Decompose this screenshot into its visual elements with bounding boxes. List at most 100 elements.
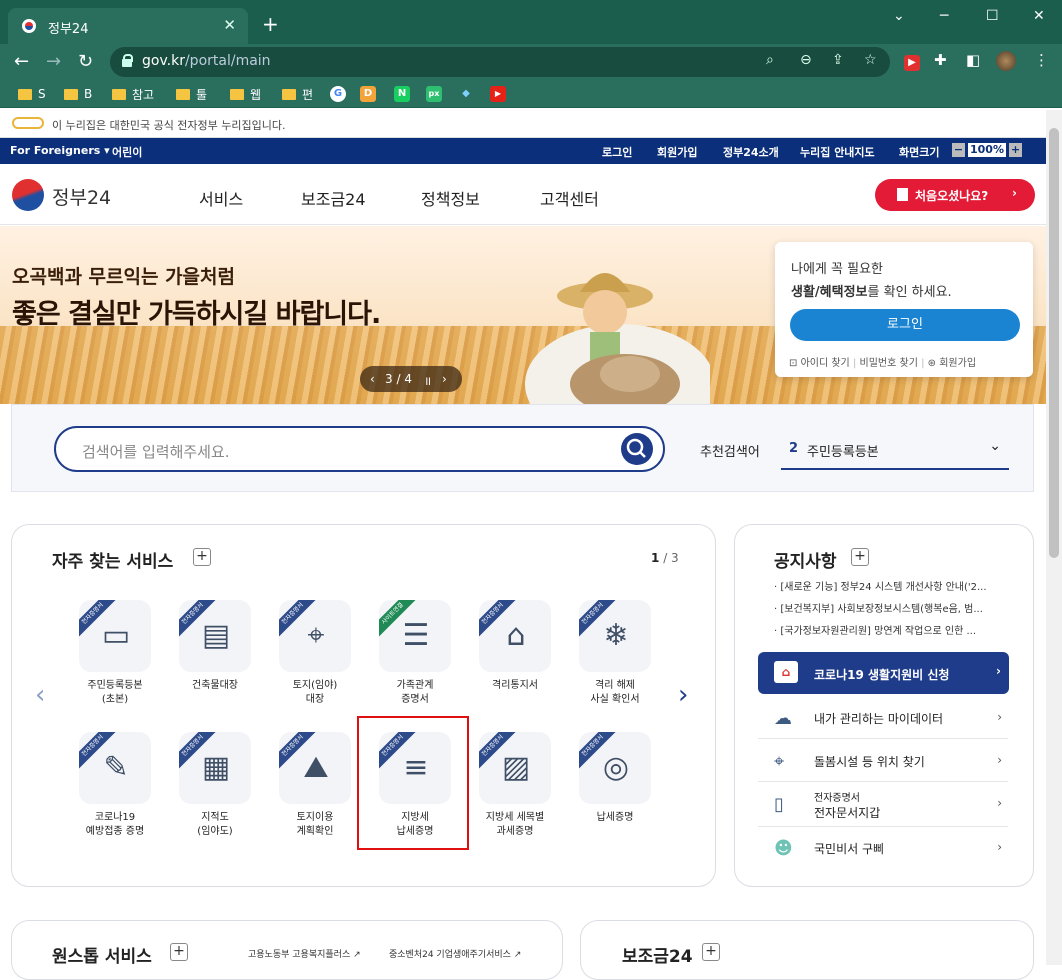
search-page-icon[interactable]: ⌕ xyxy=(766,52,774,68)
bookmark-google-icon[interactable]: G xyxy=(330,85,346,103)
bookmark-d-icon[interactable]: D xyxy=(360,85,376,103)
sitemap-link[interactable]: 누리집 안내지도 xyxy=(800,144,875,160)
extensions-puzzle-icon[interactable]: ✚ xyxy=(934,51,947,69)
mydata-link[interactable]: ☁ 내가 관리하는 마이데이터 › xyxy=(758,697,1008,739)
bookmark-naver-icon[interactable]: N xyxy=(394,85,410,103)
menu-service[interactable]: 서비스 xyxy=(199,186,243,210)
frequent-prev-arrow[interactable]: ‹ xyxy=(35,680,45,710)
address-bar[interactable]: gov.kr/portal/main ⌕ ⊖ ⇪ ☆ xyxy=(110,47,890,77)
bookmark-folder-tool[interactable]: 툴 xyxy=(176,85,207,103)
menu-subsidy24[interactable]: 보조금24 xyxy=(301,186,366,210)
service-item[interactable]: 전자증명서 ✎ 코로나19 예방접종 증명 xyxy=(70,732,160,839)
recommend-label: 추천검색어 xyxy=(700,445,760,460)
gov-official-bar: 이 누리집은 대한민국 공식 전자정부 누리집입니다. xyxy=(0,110,1046,138)
bookmark-diamond-icon[interactable]: ◆ xyxy=(458,85,474,103)
menu-customer-center[interactable]: 고객센터 xyxy=(540,186,599,210)
onestop-more-button[interactable]: + xyxy=(170,943,188,961)
covid-support-button[interactable]: ⌂ 코로나19 생활지원비 신청 › xyxy=(758,652,1009,694)
onestop-link-employment[interactable]: 고용노동부 고용복지플러스 ↗ xyxy=(248,947,361,960)
signup-link[interactable]: 회원가입 xyxy=(657,144,697,160)
search-input[interactable]: 검색어를 입력해주세요. xyxy=(54,426,665,472)
service-item[interactable]: 전자증명서 ❄ 격리 해제 사실 확인서 xyxy=(570,600,660,707)
pager-text: 3 / 4 xyxy=(385,372,412,386)
profile-avatar[interactable] xyxy=(996,51,1016,75)
service-item[interactable]: 전자증명서 ▤ 건축물대장 xyxy=(170,600,260,693)
login-link[interactable]: 로그인 xyxy=(602,144,632,160)
recommend-select[interactable]: 2 주민등록등본 ⌄ xyxy=(781,430,1009,470)
frequent-more-button[interactable]: + xyxy=(193,548,211,566)
utility-nav: For Foreigners ▾ 어린이 로그인 회원가입 정부24소개 누리집… xyxy=(0,138,1046,164)
frequent-pagination: 1 / 3 xyxy=(651,551,679,565)
notice-item[interactable]: · [새로운 기능] 정부24 시스템 개선사항 안내('2... xyxy=(774,578,1014,593)
service-label: 격리통지서 xyxy=(492,680,538,691)
bookmark-folder-s[interactable]: S xyxy=(18,85,46,103)
zoom-out-button[interactable]: − xyxy=(952,143,965,157)
service-label: 가족관계 증명서 xyxy=(396,680,434,705)
notice-more-button[interactable]: + xyxy=(851,548,869,566)
first-visit-button[interactable]: 처음오셨나요? › xyxy=(875,179,1035,211)
for-foreigners-link[interactable]: For Foreigners ▾ xyxy=(10,144,110,157)
bookmark-folder-ref[interactable]: 참고 xyxy=(112,85,154,103)
service-item[interactable]: 사이트연결 ☰ 가족관계 증명서 xyxy=(370,600,460,707)
minimize-icon[interactable]: ─ xyxy=(940,8,948,24)
bookmark-star-icon[interactable]: ☆ xyxy=(864,52,877,68)
search-icon xyxy=(626,438,646,458)
notice-item[interactable]: · [보건복지부] 사회보장정보시스템(행복e음, 범... xyxy=(774,600,1014,615)
service-icon-box: 사이트연결 ☰ xyxy=(379,600,451,672)
notice-title: 공지사항 xyxy=(774,552,837,572)
kids-link[interactable]: 어린이 xyxy=(112,144,142,160)
about-link[interactable]: 정부24소개 xyxy=(723,144,779,160)
bookmark-folder-web[interactable]: 웹 xyxy=(230,85,261,103)
new-tab-icon[interactable]: + xyxy=(262,12,279,36)
service-icon-box: 전자증명서 ✎ xyxy=(79,732,151,804)
service-item[interactable]: 전자증명서 ▦ 지적도 (임야도) xyxy=(170,732,260,839)
gubbi-link[interactable]: ☻ 국민비서 구삐 › xyxy=(758,827,1008,869)
tab-search-icon[interactable]: ⌄ xyxy=(893,8,905,24)
service-icon-box: 전자증명서 ▦ xyxy=(179,732,251,804)
signup-small-link[interactable]: 회원가입 xyxy=(939,358,976,369)
subsidy-more-button[interactable]: + xyxy=(702,943,720,961)
service-item[interactable]: 전자증명서 ▨ 지방세 세목별 과세증명 xyxy=(470,732,560,839)
forward-icon[interactable]: → xyxy=(46,51,61,72)
menu-policy[interactable]: 정책정보 xyxy=(421,186,480,210)
gov24-logo-icon[interactable] xyxy=(12,179,44,211)
maximize-icon[interactable]: ☐ xyxy=(986,8,999,24)
share-icon[interactable]: ⇪ xyxy=(832,52,844,68)
window-close-icon[interactable]: ✕ xyxy=(1033,8,1045,24)
browser-tab[interactable]: 정부24 ✕ xyxy=(8,8,248,44)
service-item[interactable]: 전자증명서 ⌂ 격리통지서 xyxy=(470,600,560,693)
extension-red-icon[interactable]: ▶ xyxy=(904,51,920,71)
service-item[interactable]: 전자증명서 ⌖ 토지(임야) 대장 xyxy=(270,600,360,707)
zoom-in-button[interactable]: + xyxy=(1009,143,1022,157)
back-icon[interactable]: ← xyxy=(14,51,29,72)
scrollbar-thumb[interactable] xyxy=(1049,128,1059,558)
bookmark-youtube-icon[interactable]: ▶ xyxy=(490,85,506,103)
chevron-right-icon: › xyxy=(997,840,1002,854)
find-id-link[interactable]: 아이디 찾기 xyxy=(801,358,850,369)
login-button[interactable]: 로그인 xyxy=(790,309,1020,341)
service-label: 납세증명 xyxy=(596,812,634,823)
notice-item[interactable]: · [국가정보자원관리원] 망연계 작업으로 인한 ... xyxy=(774,622,1014,637)
bookmark-folder-b[interactable]: B xyxy=(64,85,92,103)
side-panel-icon[interactable]: ◧ xyxy=(966,51,980,69)
document-icon: ⌂ xyxy=(506,618,526,653)
reload-icon[interactable]: ↻ xyxy=(78,51,93,72)
tab-close-icon[interactable]: ✕ xyxy=(223,16,236,34)
page-scrollbar[interactable] xyxy=(1046,110,1062,965)
zoom-icon[interactable]: ⊖ xyxy=(800,52,812,68)
find-password-link[interactable]: 비밀번호 찾기 xyxy=(860,358,918,369)
service-item[interactable]: 전자증명서 ⛰ 토지이용 계획확인 xyxy=(270,732,360,839)
onestop-link-venture[interactable]: 중소벤처24 기업생애주기서비스 ↗ xyxy=(389,947,521,960)
bookmark-px-icon[interactable]: px xyxy=(426,85,442,103)
pager-next-icon[interactable]: › xyxy=(442,372,447,386)
menu-kebab-icon[interactable]: ⋮ xyxy=(1034,51,1049,69)
logo-text[interactable]: 정부24 xyxy=(52,183,111,210)
service-item[interactable]: 전자증명서 ▭ 주민등록등본 (초본) xyxy=(70,600,160,707)
pause-icon[interactable]: ॥ xyxy=(424,372,431,389)
wallet-link[interactable]: ▯ 전자증명서 전자문서지갑 › xyxy=(758,783,1008,827)
bookmark-folder-edit[interactable]: 편 xyxy=(282,85,313,103)
search-button[interactable] xyxy=(621,433,653,465)
service-item[interactable]: 전자증명서 ◎ 납세증명 xyxy=(570,732,660,825)
care-location-link[interactable]: ⌖ 돌봄시설 등 위치 찾기 › xyxy=(758,740,1008,782)
frequent-next-arrow[interactable]: › xyxy=(678,680,688,710)
